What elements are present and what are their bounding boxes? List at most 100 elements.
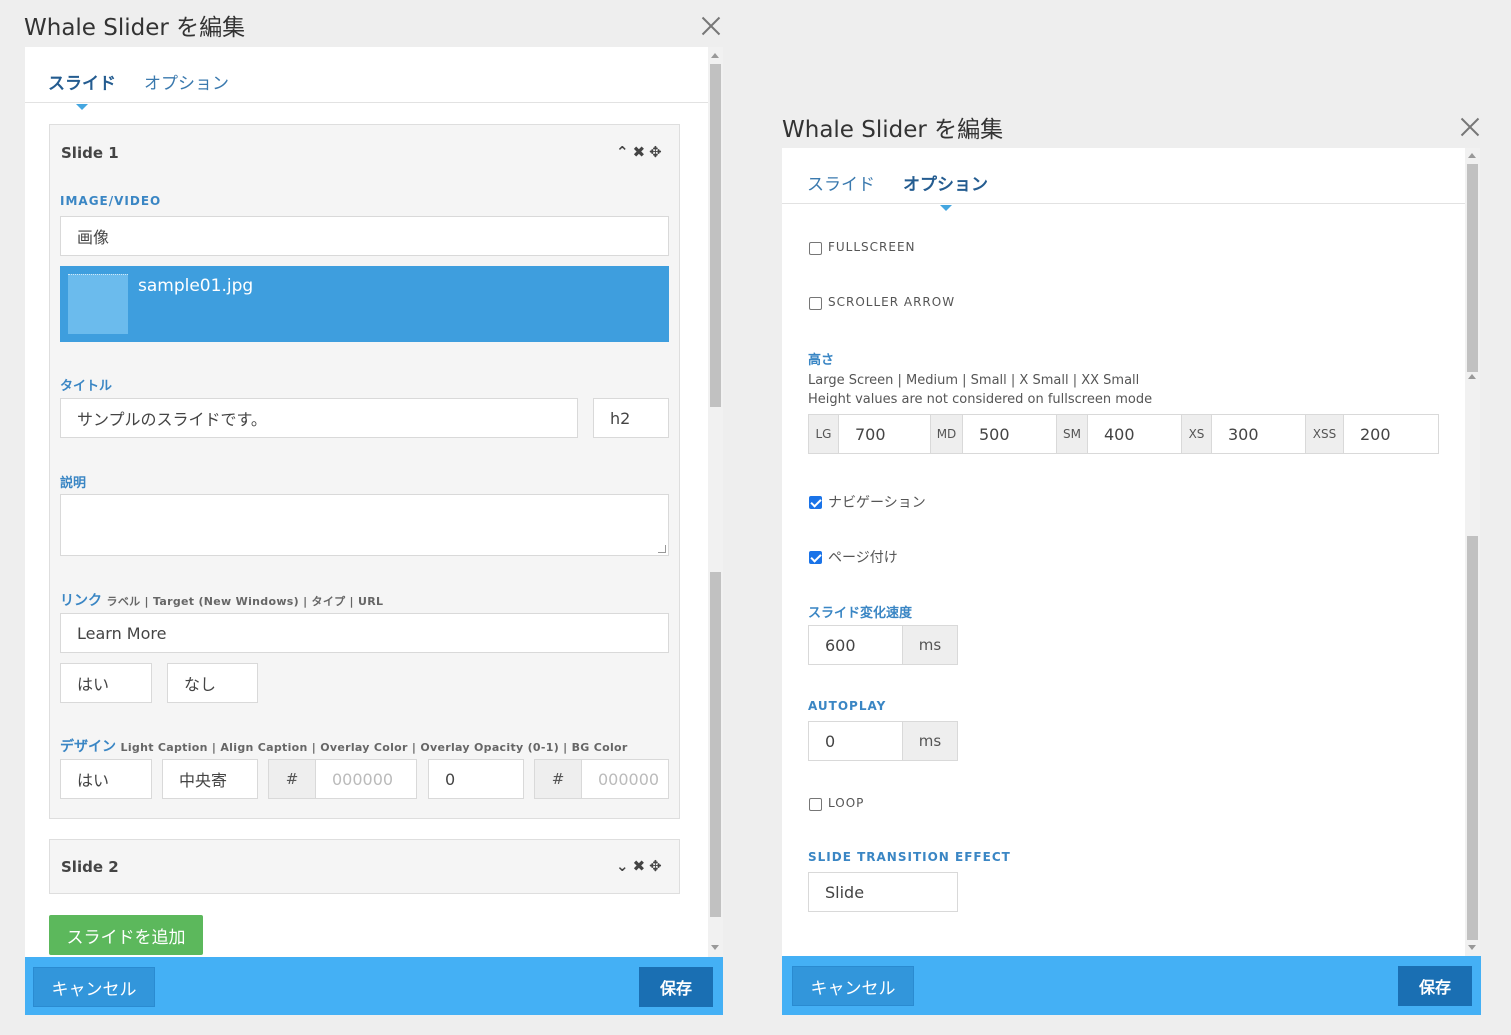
scrollbar[interactable] xyxy=(1465,148,1480,956)
height-help-note: Height values are not considered on full… xyxy=(808,392,1153,407)
overlay-color-hash: # xyxy=(268,759,316,799)
align-caption-select[interactable]: 中央寄 xyxy=(162,759,258,799)
transition-effect-label: SLIDE TRANSITION EFFECT xyxy=(808,850,1011,864)
link-label: リンク ラベル | Target (New Windows) | タイプ | U… xyxy=(60,590,383,610)
scroller-arrow-label: SCROLLER ARROW xyxy=(828,295,956,309)
cancel-button[interactable]: キャンセル xyxy=(792,966,914,1006)
scroll-mid-up-icon[interactable] xyxy=(1468,374,1476,379)
height-xss-input[interactable]: 200 xyxy=(1343,414,1439,454)
transition-effect-select[interactable]: Slide xyxy=(808,872,958,912)
design-label-text: デザイン xyxy=(60,739,116,755)
scrollbar[interactable] xyxy=(708,47,723,957)
tab-slides[interactable]: スライド xyxy=(807,170,875,195)
dialog-body: スライド オプション FULLSCREEN SCROLLER ARROW 高さ … xyxy=(782,148,1465,956)
scroll-thumb-lower[interactable] xyxy=(1467,536,1478,940)
remove-icon[interactable]: ✖ xyxy=(633,858,646,874)
edit-dialog-right: Whale Slider を編集 スライド オプション FULLSCREEN S… xyxy=(760,0,1511,1035)
scroller-arrow-checkbox[interactable] xyxy=(809,297,822,310)
dialog-footer: キャンセル 保存 xyxy=(25,957,723,1015)
slide-controls: ⌄ ✖ ✥ xyxy=(616,858,662,874)
height-help-sizes: Large Screen | Medium | Small | X Small … xyxy=(808,373,1140,388)
scroll-up-icon[interactable] xyxy=(711,53,719,58)
image-filename: sample01.jpg xyxy=(138,276,254,296)
slide-speed-input[interactable]: 600 xyxy=(808,625,903,665)
slide-speed-unit: ms xyxy=(902,625,958,665)
link-label-input[interactable]: Learn More xyxy=(60,613,669,653)
save-button[interactable]: 保存 xyxy=(1398,966,1472,1006)
scroll-up-icon[interactable] xyxy=(1468,153,1476,158)
scroll-down-icon[interactable] xyxy=(711,945,719,950)
autoplay-unit: ms xyxy=(902,721,958,761)
slide-1-panel: Slide 1 ⌃ ✖ ✥ IMAGE/VIDEO 画像 sample01.jp… xyxy=(49,124,680,819)
autoplay-input[interactable]: 0 xyxy=(808,721,903,761)
height-sm-addon: SM xyxy=(1056,414,1088,454)
link-sublabel: ラベル | Target (New Windows) | タイプ | URL xyxy=(106,595,384,608)
height-lg-addon: LG xyxy=(808,414,839,454)
scroll-thumb[interactable] xyxy=(1467,164,1478,372)
tab-options[interactable]: オプション xyxy=(903,170,988,211)
tab-bar: スライド オプション xyxy=(25,47,708,110)
light-caption-select[interactable]: はい xyxy=(60,759,152,799)
move-icon[interactable]: ✥ xyxy=(649,144,662,160)
navigation-label: ナビゲーション xyxy=(828,495,926,511)
loop-checkbox[interactable] xyxy=(809,798,822,811)
chevron-up-icon[interactable]: ⌃ xyxy=(616,144,629,160)
overlay-opacity-input[interactable]: 0 xyxy=(428,759,524,799)
title-input[interactable]: サンプルのスライドです。 xyxy=(60,398,578,438)
dialog-title: Whale Slider を編集 xyxy=(24,15,246,41)
scroll-thumb-lower[interactable] xyxy=(710,572,721,917)
chevron-down-icon[interactable]: ⌄ xyxy=(616,858,629,874)
height-xs-addon: XS xyxy=(1181,414,1212,454)
bg-color-input[interactable]: 000000 xyxy=(581,759,669,799)
height-md-addon: MD xyxy=(930,414,963,454)
close-icon[interactable] xyxy=(1459,116,1481,138)
description-textarea[interactable] xyxy=(60,494,669,556)
autoplay-label: AUTOPLAY xyxy=(808,699,887,713)
design-label: デザイン Light Caption | Align Caption | Ove… xyxy=(60,736,628,756)
remove-icon[interactable]: ✖ xyxy=(633,144,646,160)
slide-title: Slide 1 xyxy=(61,144,119,162)
save-button[interactable]: 保存 xyxy=(639,967,713,1007)
tab-options[interactable]: オプション xyxy=(144,69,229,94)
height-md-input[interactable]: 500 xyxy=(962,414,1057,454)
fullscreen-checkbox[interactable] xyxy=(809,242,822,255)
image-video-label: IMAGE/VIDEO xyxy=(60,194,162,208)
move-icon[interactable]: ✥ xyxy=(649,858,662,874)
add-slide-button[interactable]: スライドを追加 xyxy=(49,915,203,955)
height-label: 高さ xyxy=(808,353,835,368)
link-target-select[interactable]: はい xyxy=(60,663,152,703)
image-selector[interactable]: sample01.jpg xyxy=(60,266,669,342)
pagination-label: ページ付け xyxy=(828,550,898,566)
slide-title: Slide 2 xyxy=(61,858,119,876)
design-sublabel: Light Caption | Align Caption | Overlay … xyxy=(120,741,628,754)
image-thumbnail xyxy=(68,274,128,334)
height-xss-addon: XSS xyxy=(1305,414,1344,454)
dialog-title: Whale Slider を編集 xyxy=(782,117,1004,143)
heading-level-select[interactable]: h2 xyxy=(593,398,669,438)
bg-color-hash: # xyxy=(534,759,582,799)
dialog-footer: キャンセル 保存 xyxy=(782,956,1481,1015)
fullscreen-label: FULLSCREEN xyxy=(828,240,916,254)
pagination-checkbox[interactable] xyxy=(809,551,822,564)
description-label: 説明 xyxy=(60,476,87,491)
tab-slides[interactable]: スライド xyxy=(48,69,116,110)
navigation-checkbox[interactable] xyxy=(809,496,822,509)
height-sm-input[interactable]: 400 xyxy=(1087,414,1182,454)
slide-2-panel[interactable]: Slide 2 ⌄ ✖ ✥ xyxy=(49,839,680,894)
resize-handle-icon[interactable] xyxy=(658,545,666,553)
slide-controls: ⌃ ✖ ✥ xyxy=(616,144,662,160)
link-label-text: リンク xyxy=(60,593,102,609)
scroll-down-icon[interactable] xyxy=(1468,945,1476,950)
close-icon[interactable] xyxy=(700,15,722,37)
dialog-body: スライド オプション Slide 1 ⌃ ✖ ✥ IMAGE/VIDEO 画像 … xyxy=(25,47,708,957)
overlay-color-input[interactable]: 000000 xyxy=(315,759,417,799)
edit-dialog-left: Whale Slider を編集 スライド オプション Slide 1 ⌃ ✖ … xyxy=(0,0,740,1035)
cancel-button[interactable]: キャンセル xyxy=(33,967,155,1007)
scroll-thumb[interactable] xyxy=(710,64,721,407)
title-label: タイトル xyxy=(60,379,113,394)
slide-speed-label: スライド変化速度 xyxy=(808,606,913,621)
height-xs-input[interactable]: 300 xyxy=(1211,414,1306,454)
link-type-select[interactable]: なし xyxy=(167,663,258,703)
media-type-select[interactable]: 画像 xyxy=(60,216,669,256)
height-lg-input[interactable]: 700 xyxy=(838,414,931,454)
